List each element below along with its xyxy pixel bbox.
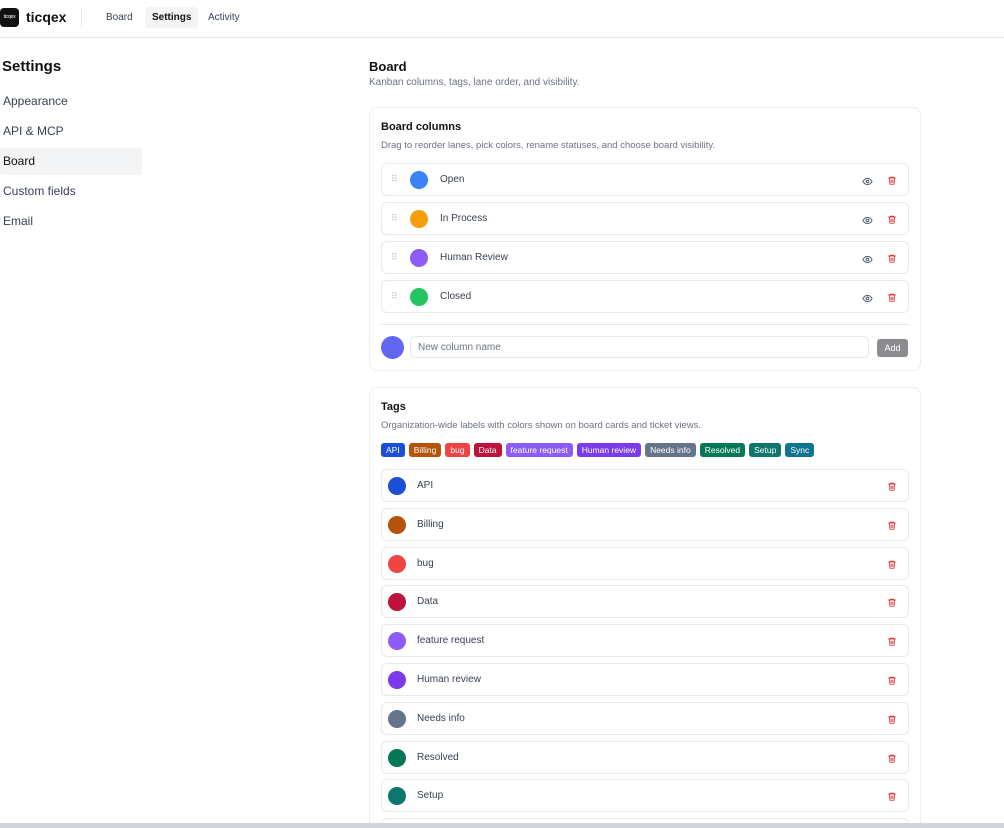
tag-chip: Data [473,443,502,457]
divider [381,324,909,325]
nav-activity[interactable]: Activity [201,7,247,28]
tag-chip: Sync [785,443,815,457]
tags-subtitle: Organization-wide labels with colors sho… [381,420,701,431]
horizontal-scrollbar[interactable] [0,823,1004,828]
tag-chip: feature request [505,443,573,457]
nav-settings[interactable]: Settings [145,7,199,28]
tag-name[interactable]: API [417,480,433,491]
column-name[interactable]: Open [440,174,464,185]
tag-chip: Resolved [699,443,746,457]
tag-chip: Setup [749,443,782,457]
drag-handle-icon[interactable]: ⠿ [391,291,398,302]
tag-chip: bug [445,443,470,457]
tag-color-swatch[interactable] [388,477,406,495]
tag-row[interactable]: bug [381,546,909,580]
trash-icon[interactable] [887,751,897,769]
trash-icon[interactable] [887,251,897,269]
top-bar: ticqex ticqex Board Settings Activity [0,0,1004,38]
tag-color-swatch[interactable] [388,748,406,767]
column-color-swatch[interactable] [410,210,428,228]
brand-name[interactable]: ticqex [26,9,66,25]
tag-color-swatch[interactable] [388,515,406,534]
new-column-name-input[interactable] [410,336,869,358]
tag-color-swatch[interactable] [388,593,406,612]
sidebar-item-email[interactable]: Email [0,208,142,235]
tag-name[interactable]: Human review [417,674,481,685]
tag-row[interactable]: Resolved [381,740,909,774]
topbar-divider [81,9,82,27]
sidebar-title: Settings [2,58,62,75]
tag-color-swatch[interactable] [388,787,406,806]
column-row[interactable]: ⠿ Human Review [381,241,909,274]
sidebar-item-api-mcp[interactable]: API & MCP [0,118,142,145]
tag-chip: Billing [408,443,442,457]
tag-row[interactable]: Human review [381,663,909,696]
trash-icon[interactable] [887,518,897,536]
trash-icon[interactable] [887,712,897,730]
nav-board[interactable]: Board [99,7,140,28]
eye-icon[interactable] [862,174,873,192]
tag-name[interactable]: Resolved [417,752,459,763]
tags-card: Tags Organization-wide labels with color… [369,387,921,828]
page-title: Board [369,59,407,74]
tag-name[interactable]: Needs info [417,713,465,724]
sidebar-item-custom-fields[interactable]: Custom fields [0,178,142,205]
trash-icon[interactable] [887,789,897,807]
tag-row[interactable]: API [381,469,909,502]
tag-color-swatch[interactable] [388,671,406,689]
eye-icon[interactable] [862,291,873,309]
board-columns-subtitle: Drag to reorder lanes, pick colors, rena… [381,140,716,151]
board-columns-title: Board columns [381,121,462,133]
trash-icon[interactable] [887,212,897,230]
column-name[interactable]: Human Review [440,252,508,263]
tag-row[interactable]: Data [381,585,909,619]
sidebar-item-board[interactable]: Board [0,148,142,175]
tag-name[interactable]: Data [417,596,438,607]
sidebar-item-appearance[interactable]: Appearance [0,88,142,115]
page-subtitle: Kanban columns, tags, lane order, and vi… [369,77,580,88]
tag-chip: Needs info [645,443,696,457]
tag-row[interactable]: Setup [381,779,909,813]
tag-row[interactable]: Billing [381,507,909,541]
tag-color-swatch[interactable] [388,709,406,728]
trash-icon[interactable] [887,173,897,191]
column-name[interactable]: In Process [440,213,487,224]
trash-icon[interactable] [887,673,897,691]
drag-handle-icon[interactable]: ⠿ [391,213,398,224]
tag-name[interactable]: bug [417,558,434,569]
column-row[interactable]: ⠿ Open [381,163,909,196]
column-row[interactable]: ⠿ Closed [381,280,909,313]
tag-name[interactable]: Billing [417,519,444,530]
trash-icon[interactable] [887,557,897,575]
trash-icon[interactable] [887,634,897,652]
new-column-color-picker[interactable] [381,336,404,359]
column-color-swatch[interactable] [410,249,428,267]
trash-icon[interactable] [887,290,897,308]
board-columns-card: Board columns Drag to reorder lanes, pic… [369,107,921,371]
trash-icon[interactable] [887,595,897,613]
column-row[interactable]: ⠿ In Process [381,202,909,235]
tag-color-swatch[interactable] [388,554,406,573]
column-color-swatch[interactable] [410,288,428,306]
tag-name[interactable]: Setup [417,790,443,801]
tag-color-swatch[interactable] [388,632,406,651]
tag-chip: API [381,443,405,457]
drag-handle-icon[interactable]: ⠿ [391,174,398,185]
eye-icon[interactable] [862,213,873,231]
trash-icon[interactable] [887,479,897,497]
add-column-button[interactable]: Add [877,339,908,357]
logo[interactable]: ticqex [0,8,19,27]
tag-row[interactable]: Needs info [381,701,909,735]
tag-chip: Human review [576,443,642,457]
tags-title: Tags [381,401,406,413]
eye-icon[interactable] [862,252,873,270]
tag-row[interactable]: feature request [381,624,909,658]
tag-name[interactable]: feature request [417,635,484,646]
column-name[interactable]: Closed [440,291,471,302]
column-color-swatch[interactable] [410,171,428,189]
drag-handle-icon[interactable]: ⠿ [391,252,398,263]
